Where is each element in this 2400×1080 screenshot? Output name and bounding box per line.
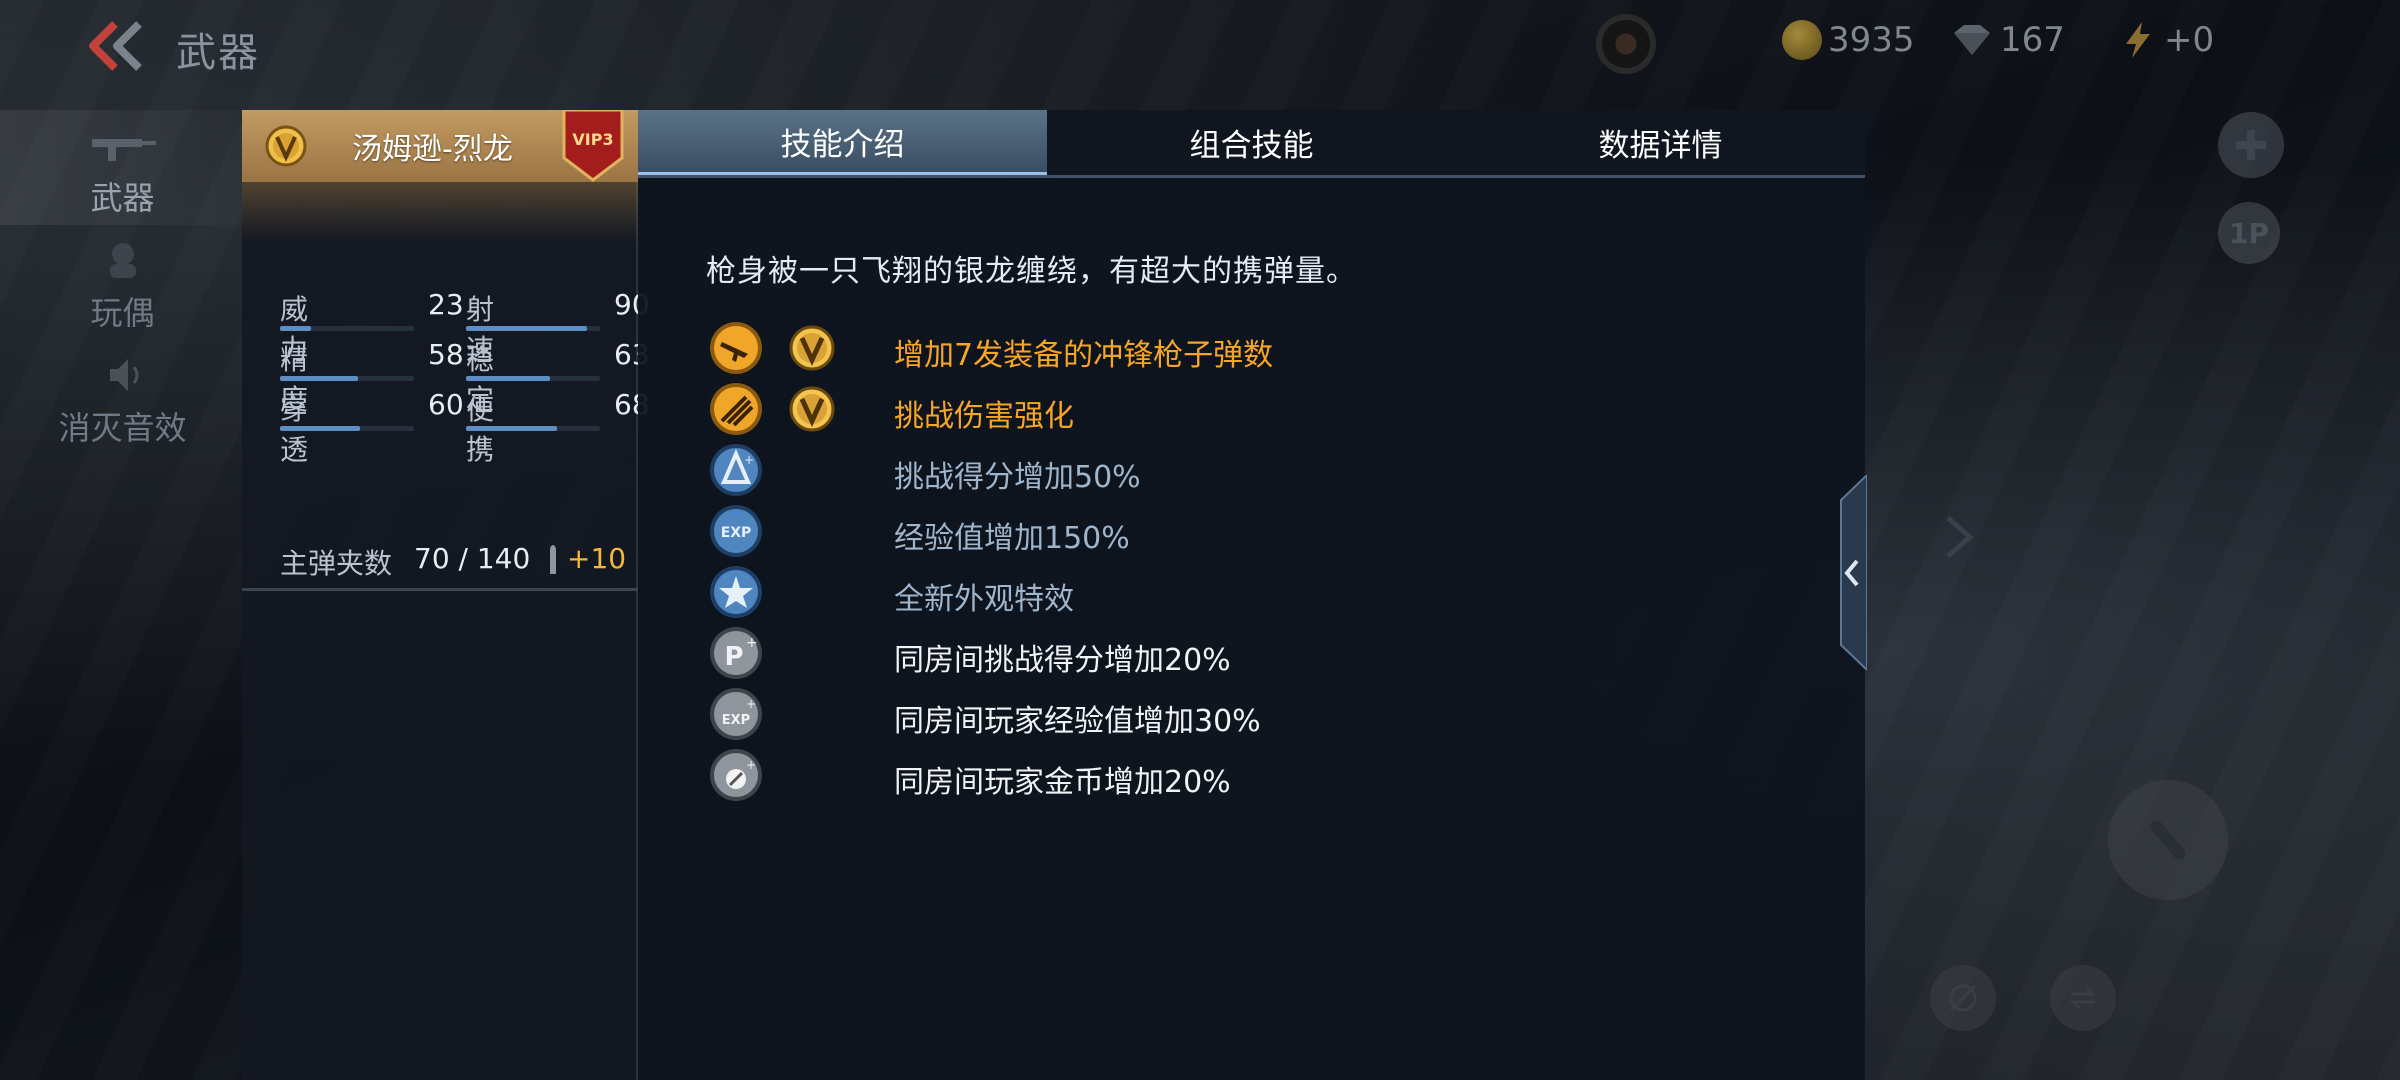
skill-row: P + 同房间挑战得分增加20% bbox=[708, 623, 1708, 683]
tab-combo-skill[interactable]: 组合技能 bbox=[1047, 110, 1456, 175]
page-title: 武器 bbox=[176, 30, 260, 76]
gem-icon bbox=[1954, 25, 1990, 55]
svg-text:EXP: EXP bbox=[721, 525, 752, 541]
info-divider bbox=[242, 588, 638, 591]
skill-row: 全新外观特效 bbox=[708, 562, 1708, 622]
collapse-handle-icon[interactable] bbox=[1835, 475, 1867, 670]
dpad-icon bbox=[2236, 130, 2266, 160]
swap-button[interactable] bbox=[2050, 965, 2116, 1031]
skill-text: 全新外观特效 bbox=[894, 582, 1074, 617]
skill-text: 同房间挑战得分增加20% bbox=[894, 643, 1231, 678]
stat-bar-fill bbox=[280, 376, 358, 381]
nav-item-doll[interactable]: 玩偶 bbox=[0, 225, 245, 340]
tab-skill-intro[interactable]: 技能介绍 bbox=[638, 110, 1047, 175]
bolt-value: +0 bbox=[2164, 20, 2215, 60]
header-glow bbox=[242, 182, 638, 242]
coin-icon bbox=[1782, 20, 1822, 60]
swap-icon bbox=[2069, 986, 2097, 1010]
v-rank-icon bbox=[788, 385, 836, 433]
one-p-label: 1P bbox=[2228, 216, 2269, 250]
bolt-icon bbox=[2126, 22, 2150, 58]
gem-value: 167 bbox=[2000, 20, 2065, 60]
skill-text: 同房间玩家经验值增加30% bbox=[894, 704, 1261, 739]
rotate-icon bbox=[1949, 984, 1977, 1012]
skill-row: EXP + 同房间玩家经验值增加30% bbox=[708, 684, 1708, 744]
ammo-button[interactable] bbox=[2108, 780, 2228, 900]
speaker-icon bbox=[109, 359, 138, 391]
top-bar: 武器 3935 167 +0 bbox=[0, 0, 2400, 90]
rifle-icon bbox=[91, 139, 156, 161]
svg-text:+: + bbox=[746, 758, 756, 772]
tab-bar: 技能介绍 组合技能 数据详情 bbox=[638, 110, 1865, 178]
svg-text:+: + bbox=[746, 697, 756, 711]
stat-bar-fill bbox=[466, 426, 557, 431]
one-p-button[interactable]: 1P bbox=[2218, 202, 2280, 264]
weapon-description: 枪身被一只飞翔的银龙缠绕，有超大的携弹量。 bbox=[706, 254, 1357, 289]
stat-value: 58 bbox=[428, 338, 464, 371]
vip-level: VIP3 bbox=[572, 130, 614, 149]
stat-bar-fill bbox=[280, 326, 311, 331]
left-nav: 武器 玩偶 消灭音效 bbox=[0, 110, 245, 455]
challenge-damage-icon bbox=[708, 381, 764, 437]
skill-text: 经验值增加150% bbox=[894, 521, 1130, 556]
magazine-bonus: +10 bbox=[567, 542, 627, 575]
stat-value: 23 bbox=[428, 288, 464, 321]
bullet-icon bbox=[550, 545, 556, 574]
v-rank-icon bbox=[265, 125, 307, 167]
weapon-name: 汤姆逊-烈龙 bbox=[352, 132, 513, 167]
skill-row: 增加7发装备的冲锋枪子弹数 bbox=[708, 318, 1708, 378]
skill-text: 增加7发装备的冲锋枪子弹数 bbox=[894, 338, 1274, 373]
dpad-button[interactable] bbox=[2218, 112, 2284, 178]
room-score-icon: P + bbox=[708, 625, 764, 681]
skill-row: EXP 经验值增加150% bbox=[708, 501, 1708, 561]
skill-text: 挑战得分增加50% bbox=[894, 460, 1141, 495]
tab-data-details[interactable]: 数据详情 bbox=[1456, 110, 1865, 175]
rotate-button[interactable] bbox=[1930, 965, 1996, 1031]
stat-bar-fill bbox=[466, 326, 587, 331]
nav-label-doll: 玩偶 bbox=[90, 294, 155, 332]
svg-text:+: + bbox=[744, 453, 754, 467]
svg-text:EXP: EXP bbox=[722, 713, 750, 728]
skill-row: 挑战伤害强化 bbox=[708, 379, 1708, 439]
skill-panel: 技能介绍 组合技能 数据详情 枪身被一只飞翔的银龙缠绕，有超大的携弹量。 增加7… bbox=[638, 110, 1865, 1080]
smg-ammo-icon bbox=[708, 320, 764, 376]
challenge-score-icon: + bbox=[708, 442, 764, 498]
weapon-info-panel: 汤姆逊-烈龙 VIP3 主弹夹数 70 / 140 +10 威力 23 射速 90 精度… bbox=[242, 110, 650, 1080]
skill-row: + 同房间玩家金币增加20% bbox=[708, 745, 1708, 805]
svg-text:P: P bbox=[724, 642, 743, 672]
skill-text: 挑战伤害强化 bbox=[894, 399, 1074, 434]
stat-value: 60 bbox=[428, 388, 464, 421]
room-exp-icon: EXP + bbox=[708, 686, 764, 742]
coin-counter[interactable]: 3935 bbox=[1782, 20, 1915, 60]
back-icon[interactable] bbox=[85, 18, 145, 74]
nav-label-kill-sound: 消灭音效 bbox=[58, 409, 187, 447]
room-coin-icon: + bbox=[708, 747, 764, 803]
coin-value: 3935 bbox=[1828, 20, 1915, 60]
nav-label-weapon: 武器 bbox=[90, 179, 155, 217]
svg-text:+: + bbox=[746, 635, 758, 651]
target-icon[interactable] bbox=[1596, 14, 1656, 74]
star-icon bbox=[708, 564, 764, 620]
skill-text: 同房间玩家金币增加20% bbox=[894, 765, 1231, 800]
exp-icon: EXP bbox=[708, 503, 764, 559]
ammo-icon bbox=[2150, 820, 2186, 860]
bolt-counter[interactable]: +0 bbox=[2118, 20, 2214, 60]
stat-bar-fill bbox=[280, 426, 360, 431]
doll-icon bbox=[109, 243, 136, 278]
gem-counter[interactable]: 167 bbox=[1950, 20, 2065, 60]
v-rank-icon bbox=[788, 324, 836, 372]
nav-item-weapon[interactable]: 武器 bbox=[0, 110, 245, 225]
nav-item-kill-sound[interactable]: 消灭音效 bbox=[0, 340, 245, 455]
skill-row: + 挑战得分增加50% bbox=[708, 440, 1708, 500]
magazine-value: 70 / 140 bbox=[414, 542, 531, 575]
chevron-right-icon bbox=[1946, 516, 1974, 558]
magazine-label: 主弹夹数 bbox=[280, 547, 393, 580]
stat-bar-fill bbox=[466, 376, 550, 381]
